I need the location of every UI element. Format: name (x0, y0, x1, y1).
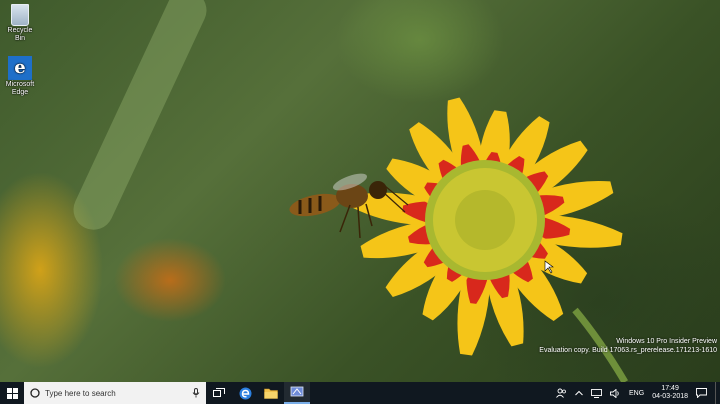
input-language-button[interactable]: ENG (625, 390, 648, 397)
start-button[interactable] (0, 382, 24, 404)
chevron-up-icon (575, 390, 583, 396)
task-view-button[interactable] (206, 382, 232, 404)
edge-icon (239, 387, 251, 399)
recycle-bin-icon (11, 4, 29, 26)
show-hidden-icons-button[interactable] (571, 390, 587, 396)
recycle-bin-shortcut[interactable]: Recycle Bin (2, 4, 38, 43)
microsoft-edge-shortcut[interactable]: e Microsoft Edge (2, 56, 38, 97)
volume-button[interactable] (606, 388, 625, 398)
microphone-icon[interactable] (192, 388, 200, 398)
edge-label-line1: Microsoft (5, 81, 35, 88)
clock-date: 04-03-2018 (652, 393, 688, 400)
notification-icon (696, 388, 707, 398)
system-tray: ENG 17:49 04-03-2018 (552, 382, 720, 404)
clock[interactable]: 17:49 04-03-2018 (648, 385, 692, 401)
build-watermark: Windows 10 Pro Insider Preview Evaluatio… (539, 337, 717, 355)
file-explorer-button[interactable] (258, 382, 284, 404)
people-button[interactable] (552, 388, 571, 398)
task-view-icon (213, 388, 225, 397)
speaker-icon (610, 388, 619, 398)
edge-taskbar-button[interactable] (232, 382, 258, 404)
watermark-edition: Windows 10 Pro Insider Preview (616, 338, 717, 345)
show-desktop-button[interactable] (715, 382, 720, 404)
windows-logo-icon (6, 387, 18, 399)
people-icon (556, 388, 566, 398)
flower-bee-image (289, 97, 629, 382)
cortana-circle-icon (30, 388, 40, 398)
app-icon (290, 386, 304, 397)
folder-icon (264, 388, 278, 399)
search-input[interactable] (45, 388, 192, 398)
clock-time: 17:49 (661, 385, 679, 392)
desktop-wallpaper: Recycle Bin e Microsoft Edge Windows 10 … (0, 0, 720, 382)
watermark-build: Evaluation copy. Build 17063.rs_prerelea… (539, 347, 717, 354)
network-icon (591, 388, 602, 398)
edge-icon: e (8, 56, 32, 80)
running-app-button[interactable] (284, 382, 310, 404)
taskbar-search-box[interactable] (24, 382, 206, 404)
edge-label-line2: Edge (11, 89, 29, 96)
taskbar: ENG 17:49 04-03-2018 (0, 382, 720, 404)
action-center-button[interactable] (692, 388, 711, 398)
network-button[interactable] (587, 388, 606, 398)
recycle-bin-label: Recycle Bin (7, 27, 33, 42)
